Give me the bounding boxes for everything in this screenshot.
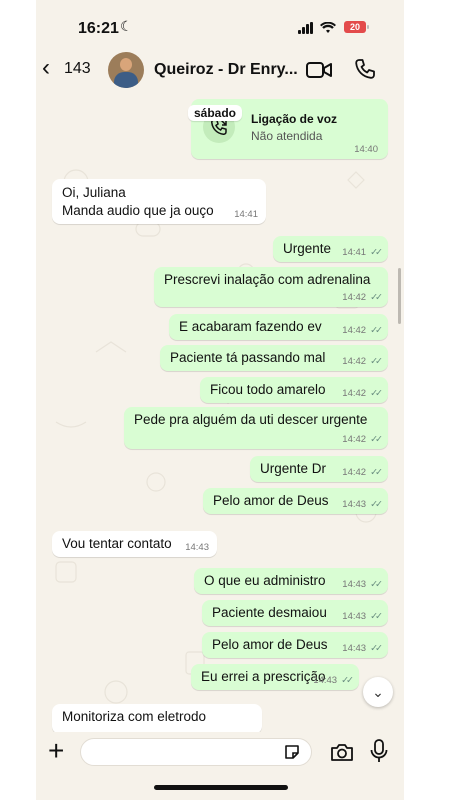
message-text: O que eu administro	[204, 573, 326, 588]
chat-header: ‹ 143 Queiroz - Dr Enry...	[36, 52, 404, 90]
message-timestamp: 14:42 ✓✓	[342, 356, 383, 367]
message-time: 14:42	[342, 434, 367, 445]
outgoing-message-bubble[interactable]: Pede pra alguém da uti descer urgente 14:…	[124, 407, 388, 449]
message-input[interactable]	[80, 738, 312, 766]
message-time: 14:41	[342, 247, 367, 258]
camera-icon[interactable]	[330, 742, 354, 762]
microphone-icon[interactable]	[370, 739, 388, 763]
read-receipt-icon: ✓✓	[370, 611, 383, 622]
video-call-icon[interactable]	[306, 60, 332, 80]
back-chevron-icon[interactable]: ‹	[42, 56, 50, 80]
message-time: 14:42	[342, 356, 367, 367]
message-text: Vou tentar contato	[62, 536, 172, 551]
message-text: Monitoriza com eletrodo	[62, 709, 207, 724]
message-timestamp: 14:43 ✓✓	[313, 675, 354, 686]
outgoing-message-bubble[interactable]: Urgente Dr 14:42 ✓✓	[250, 456, 388, 482]
signal-icon	[298, 22, 314, 34]
date-chip: sábado	[188, 105, 243, 121]
outgoing-message-bubble[interactable]: Pelo amor de Deus 14:43 ✓✓	[202, 632, 388, 658]
message-time: 14:43	[342, 499, 367, 510]
message-text: Urgente Dr	[260, 461, 327, 476]
message-timestamp: 14:41 ✓✓	[342, 247, 383, 258]
read-receipt-icon: ✓✓	[370, 434, 383, 445]
message-time: 14:42	[342, 325, 367, 336]
message-timestamp: 14:43 ✓✓	[342, 611, 383, 622]
outgoing-message-bubble[interactable]: Pelo amor de Deus 14:43 ✓✓	[203, 488, 388, 514]
message-timestamp: 14:43 ✓✓	[342, 579, 383, 590]
read-receipt-icon: ✓✓	[370, 499, 383, 510]
read-receipt-icon: ✓✓	[370, 356, 383, 367]
message-time: 14:41	[234, 209, 258, 220]
plus-icon[interactable]: +	[48, 736, 64, 766]
outgoing-message-bubble[interactable]: Paciente tá passando mal 14:42 ✓✓	[160, 345, 388, 371]
incoming-message-bubble[interactable]: Oi, Juliana Manda audio que ja ouço 14:41	[52, 179, 266, 224]
message-time: 14:43	[313, 675, 338, 686]
message-text: E acabaram fazendo ev	[179, 319, 322, 334]
read-receipt-icon: ✓✓	[370, 292, 383, 303]
status-bar: 16:21 ☾ 20	[36, 0, 404, 52]
do-not-disturb-icon: ☾	[120, 18, 133, 34]
outgoing-message-bubble[interactable]: E acabaram fazendo ev 14:42 ✓✓	[169, 314, 388, 340]
incoming-message-bubble[interactable]: Vou tentar contato 14:43	[52, 531, 217, 557]
message-timestamp: 14:42 ✓✓	[342, 292, 383, 303]
outgoing-message-bubble[interactable]: O que eu administro 14:43 ✓✓	[194, 568, 388, 594]
outgoing-message-bubble[interactable]: Ficou todo amarelo 14:42 ✓✓	[200, 377, 388, 403]
read-receipt-icon: ✓✓	[370, 388, 383, 399]
message-time: 14:42	[342, 388, 367, 399]
phone-screen: 16:21 ☾ 20 ‹ 143 Queiroz - Dr Enry... Li…	[36, 0, 404, 800]
read-receipt-icon: ✓✓	[370, 643, 383, 654]
message-text: Ficou todo amarelo	[210, 382, 326, 397]
message-timestamp: 14:42 ✓✓	[342, 467, 383, 478]
message-list[interactable]: Ligação de voz Não atendida 14:40 sábado…	[36, 92, 404, 732]
home-indicator	[154, 785, 288, 790]
message-text: Prescrevi inalação com adrenalina	[164, 272, 371, 287]
message-timestamp: 14:42 ✓✓	[342, 434, 383, 445]
message-timestamp: 14:42 ✓✓	[342, 325, 383, 336]
message-time: 14:43	[342, 643, 367, 654]
message-text: Manda audio que ja ouço	[62, 203, 214, 218]
call-title: Ligação de voz	[251, 112, 338, 126]
scroll-down-icon[interactable]: ⌄	[363, 677, 393, 707]
wifi-icon	[320, 22, 336, 33]
message-timestamp: 14:43	[185, 542, 209, 553]
message-time: 14:43	[342, 579, 367, 590]
message-text: Eu errei a prescrição	[201, 669, 326, 684]
phone-call-icon[interactable]	[354, 58, 376, 80]
message-text: Oi, Juliana	[62, 185, 126, 200]
message-text: Pede pra alguém da uti descer urgente	[134, 412, 368, 427]
message-time: 14:43	[342, 611, 367, 622]
message-timestamp: 14:41	[234, 209, 258, 220]
battery-indicator: 20	[344, 21, 369, 33]
outgoing-message-bubble[interactable]: Urgente 14:41 ✓✓	[273, 236, 388, 262]
outgoing-message-bubble[interactable]: Prescrevi inalação com adrenalina 14:42 ✓✓	[154, 267, 388, 307]
message-text: Paciente desmaiou	[212, 605, 327, 620]
call-time: 14:40	[354, 144, 378, 155]
message-time: 14:42	[342, 467, 367, 478]
call-status: Não atendida	[251, 129, 323, 143]
message-text: Paciente tá passando mal	[170, 350, 326, 365]
read-receipt-icon: ✓✓	[370, 325, 383, 336]
scrollbar[interactable]	[398, 268, 401, 324]
incoming-message-bubble[interactable]: Monitoriza com eletrodo	[52, 704, 262, 732]
outgoing-message-bubble[interactable]: Paciente desmaiou 14:43 ✓✓	[202, 600, 388, 626]
back-unread-count[interactable]: 143	[64, 60, 91, 78]
avatar[interactable]	[108, 52, 144, 88]
sticker-icon[interactable]	[284, 744, 300, 760]
outgoing-message-bubble[interactable]: Eu errei a prescrição 14:43 ✓✓	[191, 664, 359, 690]
read-receipt-icon: ✓✓	[370, 467, 383, 478]
message-timestamp: 14:43 ✓✓	[342, 499, 383, 510]
message-text: Pelo amor de Deus	[213, 493, 329, 508]
message-timestamp: 14:42 ✓✓	[342, 388, 383, 399]
message-time: 14:42	[342, 292, 367, 303]
status-time: 16:21	[78, 20, 119, 37]
message-timestamp: 14:43 ✓✓	[342, 643, 383, 654]
read-receipt-icon: ✓✓	[341, 675, 354, 686]
message-text: Pelo amor de Deus	[212, 637, 328, 652]
message-time: 14:43	[185, 542, 209, 553]
read-receipt-icon: ✓✓	[370, 247, 383, 258]
contact-name[interactable]: Queiroz - Dr Enry...	[154, 61, 298, 79]
message-text: Urgente	[283, 241, 332, 256]
read-receipt-icon: ✓✓	[370, 579, 383, 590]
